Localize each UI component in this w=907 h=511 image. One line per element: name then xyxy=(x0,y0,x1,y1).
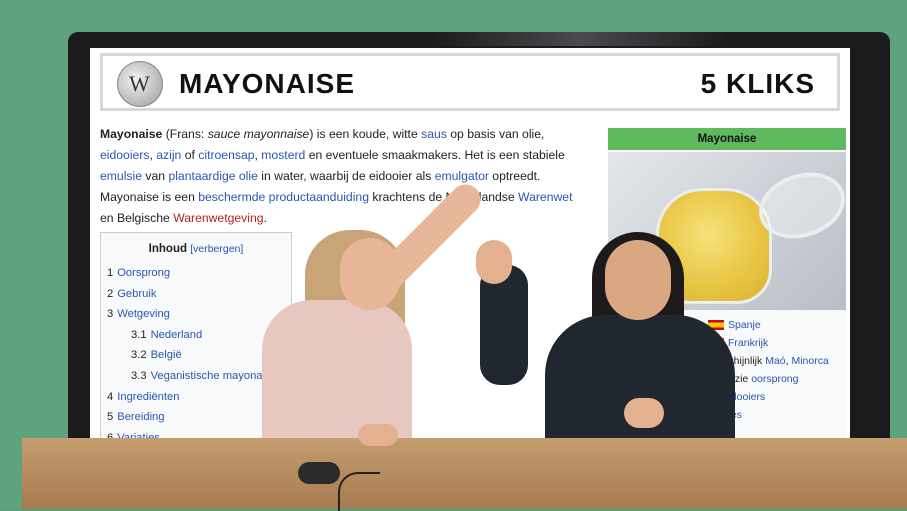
link-citroensap[interactable]: citroensap xyxy=(198,148,254,162)
toc-title: Inhoud [verbergen] xyxy=(148,243,244,255)
toc-hide-link[interactable]: [verbergen] xyxy=(190,243,243,255)
computer-mouse-icon xyxy=(298,462,340,484)
click-counter: 5 KLIKS xyxy=(700,68,815,99)
link-eidooiers[interactable]: eidooiers xyxy=(100,148,149,162)
page-title: MAYONAISE xyxy=(179,68,356,99)
link-azijn[interactable]: azijn xyxy=(156,148,181,162)
link-saus[interactable]: saus xyxy=(421,127,447,141)
toc-item[interactable]: 3 Wetgeving xyxy=(107,304,291,325)
link-beschermde-productaanduiding[interactable]: beschermde productaanduiding xyxy=(198,190,369,204)
link-emulsie[interactable]: emulsie xyxy=(100,169,142,183)
mouse-cable xyxy=(338,472,380,511)
link-warenwetgeving[interactable]: Warenwetgeving xyxy=(173,211,263,225)
game-header: W MAYONAISE 5 KLIKS xyxy=(100,53,840,111)
infobox-title: Mayonaise xyxy=(608,128,846,150)
article-intro: Mayonaise (Frans: sauce mayonnaise) is e… xyxy=(100,127,573,225)
high-five-hands xyxy=(476,240,512,284)
toc-item[interactable]: 1 Oorsprong xyxy=(107,263,291,284)
person-right-face xyxy=(605,240,671,320)
link-emulgator[interactable]: emulgator xyxy=(435,169,489,183)
link-mosterd[interactable]: mosterd xyxy=(261,148,305,162)
person-right-hand xyxy=(624,398,664,428)
person-left-hand xyxy=(358,424,398,446)
wooden-desk xyxy=(22,438,907,509)
monitor-screen: W MAYONAISE 5 KLIKS Mayonaise (Frans: sa… xyxy=(90,48,850,468)
link-warenwet[interactable]: Warenwet xyxy=(518,190,572,204)
link-plantaardige-olie[interactable]: plantaardige olie xyxy=(168,169,257,183)
monitor-glare xyxy=(430,32,730,46)
wikipedia-logo-icon: W xyxy=(117,61,163,107)
toc-item[interactable]: 2 Gebruik xyxy=(107,284,291,305)
